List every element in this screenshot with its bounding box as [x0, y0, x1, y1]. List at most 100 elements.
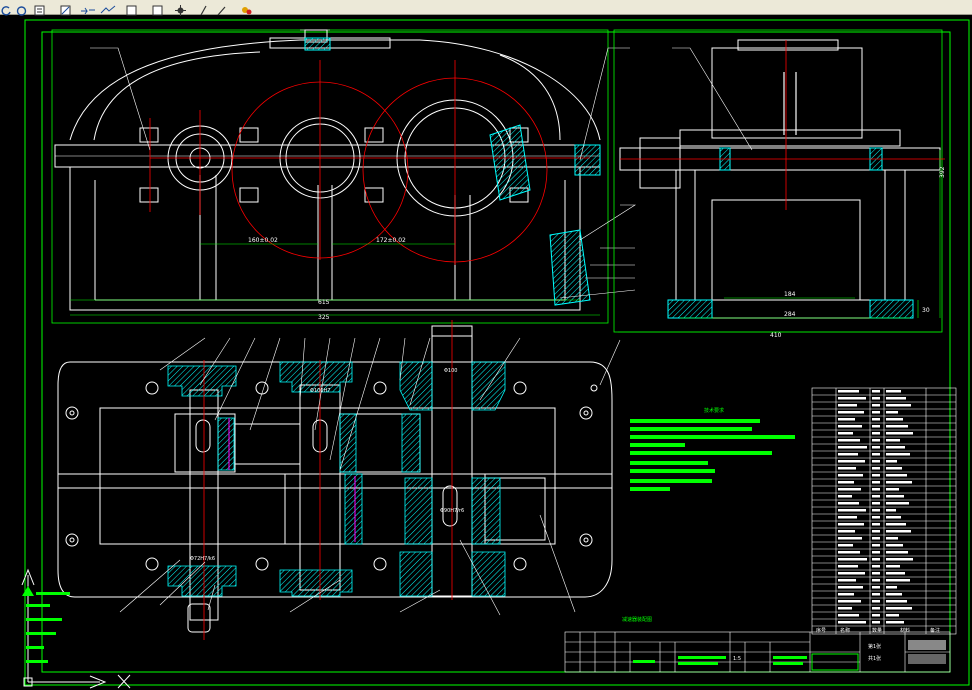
bom-footer-index: 序号	[816, 627, 826, 634]
front-view[interactable]	[51, 29, 609, 324]
bom-cell-text	[886, 607, 912, 610]
bom-cell-text	[872, 607, 880, 610]
sheet-number: 第1张	[868, 643, 881, 650]
front-dimensions	[70, 243, 600, 316]
bom-cell-text	[872, 502, 880, 505]
bom-cell-text	[886, 614, 899, 617]
bom-cell-text	[886, 397, 906, 400]
markup-icon[interactable]	[198, 1, 209, 16]
bom-cell-text	[872, 488, 880, 491]
zoom-previous-icon[interactable]	[126, 1, 137, 16]
bom-cell-text	[872, 481, 880, 484]
bom-cell-text	[838, 460, 865, 463]
match-properties-icon[interactable]	[60, 1, 71, 16]
bom-cell-text	[838, 523, 864, 526]
bom-cell-text	[838, 593, 854, 596]
bom-cell-text	[872, 495, 880, 498]
sheet-total: 共1张	[868, 655, 881, 662]
bom-cell-text	[872, 516, 880, 519]
bom-cell-text	[872, 558, 880, 561]
bom-cell-text	[872, 446, 880, 449]
bom-cell-text	[872, 425, 880, 428]
bom-cell-text	[886, 460, 897, 463]
bom-cell-text	[838, 495, 852, 498]
title-block[interactable]	[564, 631, 951, 673]
technical-requirements[interactable]: 技术要求	[630, 407, 795, 491]
paint-icon[interactable]	[240, 1, 254, 15]
bom-cell-text	[886, 530, 911, 533]
design-center-icon[interactable]	[175, 1, 186, 16]
plan-hatching	[167, 361, 506, 597]
bom-cell-text	[886, 502, 909, 505]
bom-cell-text	[872, 530, 880, 533]
bom-cell-text	[838, 565, 858, 568]
bom-cell-text	[886, 509, 896, 512]
bom-cell-text	[838, 432, 853, 435]
bom-cell-text	[872, 418, 880, 421]
bom-cell-text	[872, 404, 880, 407]
bom-cell-text	[838, 446, 867, 449]
bom-cell-text	[872, 523, 880, 526]
plan-fit-2: Φ100H7	[310, 388, 330, 394]
front-dim-width: 615	[318, 299, 330, 306]
bom-cell-text	[872, 579, 880, 582]
bom-cell-text	[872, 614, 880, 617]
bom-cell-text	[872, 621, 880, 624]
bom-cell-text	[838, 488, 861, 491]
bom-cell-text	[838, 425, 862, 428]
bom-cell-text	[886, 544, 903, 547]
side-view[interactable]	[613, 29, 943, 333]
bom-cell-text	[886, 474, 907, 477]
bom-cell-text	[886, 572, 905, 575]
bom-cell-text	[872, 411, 880, 414]
pan-icon[interactable]	[80, 1, 96, 15]
bom-cell-text	[872, 474, 880, 477]
bom-cell-text	[838, 397, 866, 400]
bom-cell-text	[838, 404, 857, 407]
bom-cell-text	[838, 600, 861, 603]
toolbar	[0, 0, 972, 16]
bom-cell-text	[838, 530, 855, 533]
bom-table[interactable]	[811, 387, 957, 635]
plan-fit-1: Φ72H7/k6	[190, 556, 215, 562]
bom-cell-text	[838, 516, 857, 519]
front-dim-span-2: 172±0.02	[376, 237, 406, 244]
bom-cell-text	[838, 411, 864, 414]
redo-icon[interactable]	[16, 1, 27, 16]
bom-cell-text	[886, 453, 910, 456]
bom-cell-text	[872, 551, 880, 554]
bom-cell-text	[886, 523, 906, 526]
bom-cell-text	[886, 579, 910, 582]
bom-cell-text	[872, 390, 880, 393]
tool-palette-icon[interactable]	[152, 1, 163, 16]
bom-cell-text	[886, 425, 908, 428]
ucs-icon	[21, 568, 131, 689]
bom-cell-text	[872, 572, 880, 575]
side-centerlines	[620, 40, 945, 210]
bom-cell-text	[872, 537, 880, 540]
properties-icon[interactable]	[34, 1, 45, 16]
bom-cell-text	[886, 481, 912, 484]
bom-cell-text	[886, 418, 903, 421]
bom-cell-text	[886, 537, 898, 540]
calculator-icon[interactable]	[216, 1, 227, 16]
bom-cell-text	[872, 432, 880, 435]
plan-fit-3: Φ100	[444, 368, 457, 374]
bom-cell-text	[838, 551, 860, 554]
bom-cell-text	[886, 600, 907, 603]
undo-icon[interactable]	[1, 1, 12, 16]
bom-cell-text	[838, 607, 852, 610]
side-dim-height: 392	[939, 166, 946, 178]
front-dim-span-1: 160±0.02	[248, 237, 278, 244]
bom-cell-text	[886, 586, 897, 589]
bom-footer-name: 名称	[840, 627, 850, 634]
left-notes	[22, 586, 70, 663]
side-dim-base: 284	[784, 311, 796, 318]
bom-cell-text	[872, 453, 880, 456]
zoom-window-icon[interactable]	[100, 1, 116, 14]
bom-cell-text	[838, 481, 854, 484]
bom-cell-text	[872, 509, 880, 512]
drawing-name: 减速器装配图	[622, 616, 652, 623]
drawing-canvas[interactable]: 160±0.02 172±0.02 615 325 184 284 410 39…	[0, 14, 972, 690]
bom-cell-text	[872, 467, 880, 470]
